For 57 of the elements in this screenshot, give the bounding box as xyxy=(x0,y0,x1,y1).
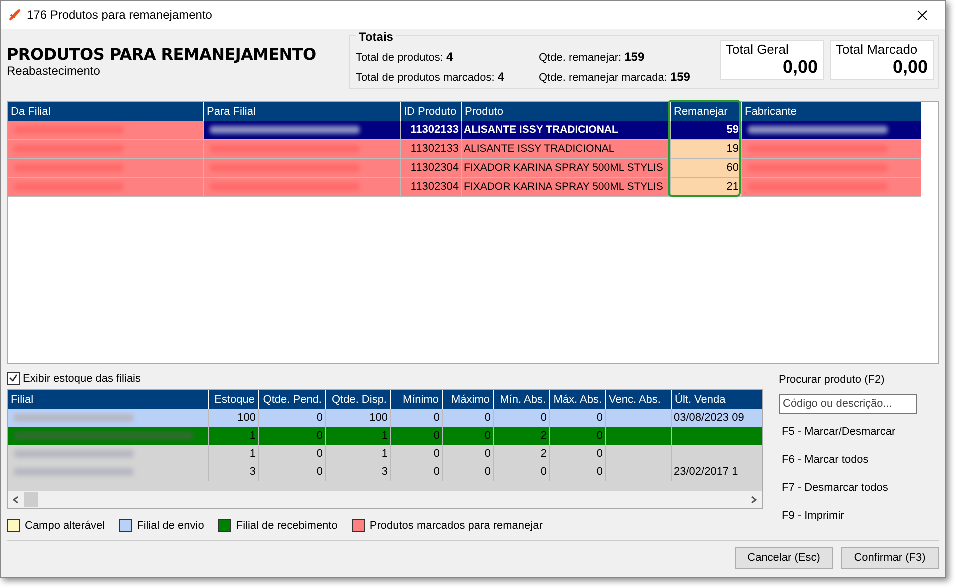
table-cell: ALISANTE ISSY TRADICIONAL xyxy=(461,121,670,139)
table-cell: 0 xyxy=(549,463,605,481)
page-title: PRODUTOS PARA REMANEJAMENTO xyxy=(7,45,316,64)
stock-row[interactable]: 1 0 1 0 0 2 0 xyxy=(8,427,762,445)
totals-title: Totais xyxy=(356,30,396,44)
table-cell: 0 xyxy=(442,463,493,481)
search-field[interactable]: Código ou descrição... xyxy=(779,394,917,414)
total-line: Qtde. remanejar: 159 xyxy=(539,50,646,64)
scroll-left-icon[interactable] xyxy=(13,496,19,504)
product-row[interactable]: 11302133 ALISANTE ISSY TRADICIONAL 19 xyxy=(8,140,921,159)
table-cell: 0 xyxy=(258,463,325,481)
table-cell: 23/02/2017 1 xyxy=(671,463,762,481)
product-row[interactable]: 11302304 FIXADOR KARINA SPRAY 500ML STYLIS 21 xyxy=(8,178,921,197)
close-icon xyxy=(916,10,928,20)
horizontal-scrollbar[interactable] xyxy=(8,491,762,508)
total-line: Total de produtos marcados: 4 xyxy=(356,70,506,84)
stock-row[interactable]: 100 0 100 0 0 0 0 03/08/2023 09 xyxy=(8,409,762,427)
shortcut-hint: F7 - Desmarcar todos xyxy=(781,481,890,496)
table-cell: 11302133 xyxy=(400,140,461,158)
column-header[interactable]: Filial xyxy=(8,390,208,409)
card-value: 0,00 xyxy=(892,57,928,77)
product-row[interactable]: 11302304 FIXADOR KARINA SPRAY 500ML STYLIS 60 xyxy=(8,159,921,178)
card-label: Total Geral xyxy=(726,43,790,57)
table-cell[interactable]: 59 xyxy=(670,121,741,139)
table-cell: 0 xyxy=(493,463,549,481)
table-cell: 11302304 xyxy=(400,159,461,177)
legend-label: Filial de recebimento xyxy=(236,520,338,532)
scroll-right-icon[interactable] xyxy=(751,496,757,504)
table-cell[interactable]: 19 xyxy=(670,140,741,158)
table-cell: 3 xyxy=(208,463,258,481)
table-cell: 11302133 xyxy=(400,121,461,139)
card-value: 0,00 xyxy=(782,57,818,77)
dialog-button[interactable]: Confirmar (F3) xyxy=(841,547,939,569)
shortcut-hint: F9 - Imprimir xyxy=(781,509,846,524)
total-line: Total de produtos: 4 xyxy=(356,50,454,64)
table-cell[interactable]: 60 xyxy=(670,159,741,177)
show-stock-checkbox[interactable]: Exibir estoque das filiais xyxy=(7,372,763,385)
search-label: Procurar produto (F2) xyxy=(779,374,886,386)
legend-label: Produtos marcados para remanejar xyxy=(370,520,543,532)
check-icon xyxy=(9,374,18,383)
column-header[interactable]: Da Filial xyxy=(8,102,203,121)
window-title: 176 Produtos para remanejamento xyxy=(27,8,212,22)
dialog-button[interactable]: Cancelar (Esc) xyxy=(735,547,833,569)
table-cell: 3 xyxy=(325,463,390,481)
page-subtitle: Reabastecimento xyxy=(7,64,102,78)
shortcut-hint: F6 - Marcar todos xyxy=(781,453,870,468)
shortcut-hint: F5 - Marcar/Desmarcar xyxy=(781,425,897,440)
scrollbar-thumb[interactable] xyxy=(24,492,38,507)
legend-label: Campo alterável xyxy=(25,520,106,532)
legend-label: Filial de envio xyxy=(137,520,204,532)
product-row[interactable]: 11302133 ALISANTE ISSY TRADICIONAL 59 xyxy=(8,121,921,140)
table-cell[interactable]: 21 xyxy=(670,178,741,196)
app-logo-icon xyxy=(9,9,21,21)
table-cell: 11302304 xyxy=(400,178,461,196)
card-label: Total Marcado xyxy=(836,43,919,57)
table-cell: 0 xyxy=(390,463,442,481)
total-line: Qtde. remanejar marcada: 159 xyxy=(539,70,692,84)
